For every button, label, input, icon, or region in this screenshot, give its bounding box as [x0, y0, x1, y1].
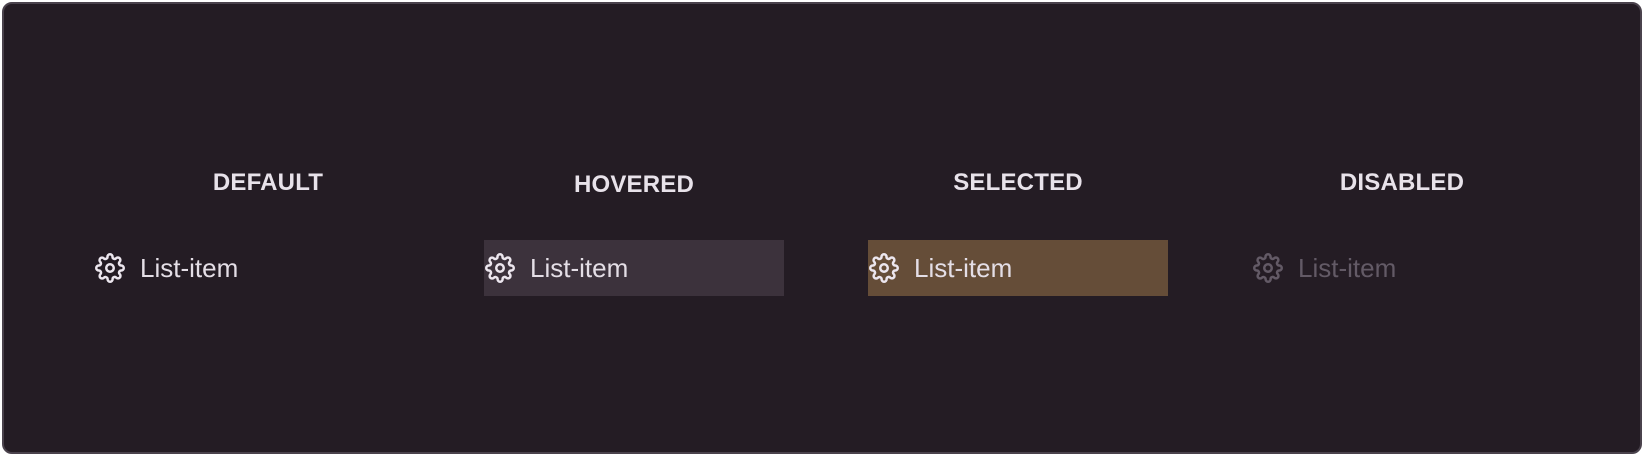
- state-label-disabled: DISABLED: [1339, 169, 1465, 196]
- list-item-label: List-item: [530, 252, 629, 283]
- list-item-hovered[interactable]: List-item: [484, 240, 784, 296]
- list-item-label: List-item: [140, 252, 239, 283]
- list-item-states-panel: DEFAULT List-item HOVERED List-item SELE…: [2, 2, 1642, 454]
- gear-icon: [484, 252, 516, 284]
- list-item-disabled: List-item: [1252, 240, 1552, 296]
- state-label-default: DEFAULT: [212, 169, 324, 196]
- state-label-hovered: HOVERED: [573, 171, 695, 198]
- gear-icon: [94, 252, 126, 284]
- gear-icon: [868, 252, 900, 284]
- list-item-selected[interactable]: List-item: [868, 240, 1168, 296]
- list-item-label: List-item: [914, 252, 1013, 283]
- gear-icon: [1252, 252, 1284, 284]
- list-item-default[interactable]: List-item: [95, 240, 418, 296]
- list-item-label: List-item: [1298, 252, 1397, 283]
- state-label-selected: SELECTED: [953, 169, 1083, 196]
